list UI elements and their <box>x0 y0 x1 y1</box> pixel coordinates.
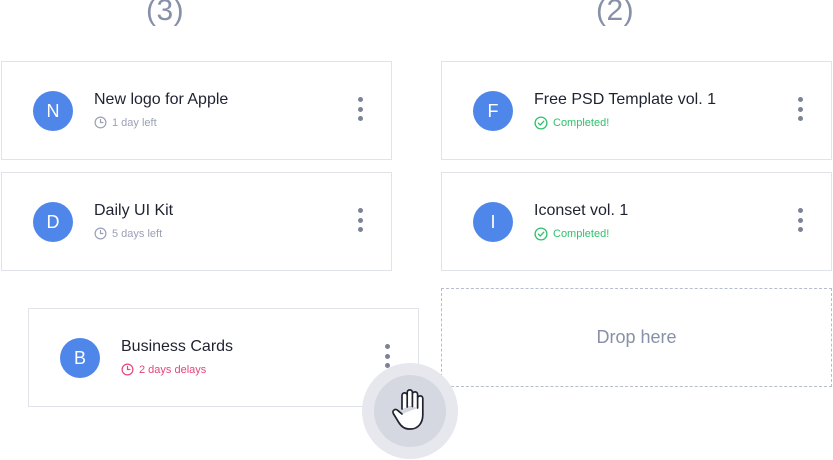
status-text: 1 day left <box>112 116 157 129</box>
drag-cursor <box>362 363 458 459</box>
more-vertical-icon[interactable] <box>795 97 805 127</box>
more-vertical-icon[interactable] <box>355 97 365 127</box>
status-text: Completed! <box>553 117 610 129</box>
column-count: (2) <box>596 0 635 27</box>
clock-icon <box>121 363 134 376</box>
drop-zone-label: Drop here <box>596 327 677 347</box>
clock-icon <box>94 116 107 129</box>
task-title: Iconset vol. 1 <box>534 202 629 219</box>
drop-zone[interactable]: Drop here <box>441 288 832 387</box>
more-vertical-icon[interactable] <box>355 208 365 238</box>
task-due-status: 1 day left <box>94 116 157 129</box>
task-due-status: 5 days left <box>94 227 162 240</box>
task-card[interactable]: N New logo for Apple 1 day left <box>1 61 392 160</box>
task-title: Daily UI Kit <box>94 202 174 219</box>
status-text: Completed! <box>553 228 610 240</box>
status-text: 5 days left <box>112 227 163 240</box>
task-card-dragging[interactable]: B Business Cards 2 days delays <box>28 308 419 407</box>
task-title: Free PSD Template vol. 1 <box>534 91 717 108</box>
avatar: B <box>60 338 100 378</box>
task-title: New logo for Apple <box>94 91 229 108</box>
task-due-status: 2 days delays <box>121 363 206 376</box>
task-card[interactable]: D Daily UI Kit 5 days left <box>1 172 392 271</box>
task-title: Business Cards <box>121 338 234 355</box>
column-count: (3) <box>146 0 185 27</box>
avatar: N <box>33 91 73 131</box>
task-card[interactable]: I Iconset vol. 1 Completed! <box>441 172 832 271</box>
more-vertical-icon[interactable] <box>795 208 805 238</box>
grab-hand-icon <box>392 389 424 430</box>
kanban-board: (3) (2) N New logo for Apple 1 day left … <box>0 0 833 460</box>
status-text: 2 days delays <box>139 363 207 376</box>
avatar: F <box>473 91 513 131</box>
task-card[interactable]: F Free PSD Template vol. 1 Completed! <box>441 61 832 160</box>
task-complete-status: Completed! <box>534 116 609 130</box>
clock-icon <box>94 227 107 240</box>
avatar: I <box>473 202 513 242</box>
task-complete-status: Completed! <box>534 227 609 241</box>
check-circle-icon <box>534 116 548 130</box>
avatar: D <box>33 202 73 242</box>
check-circle-icon <box>534 227 548 241</box>
